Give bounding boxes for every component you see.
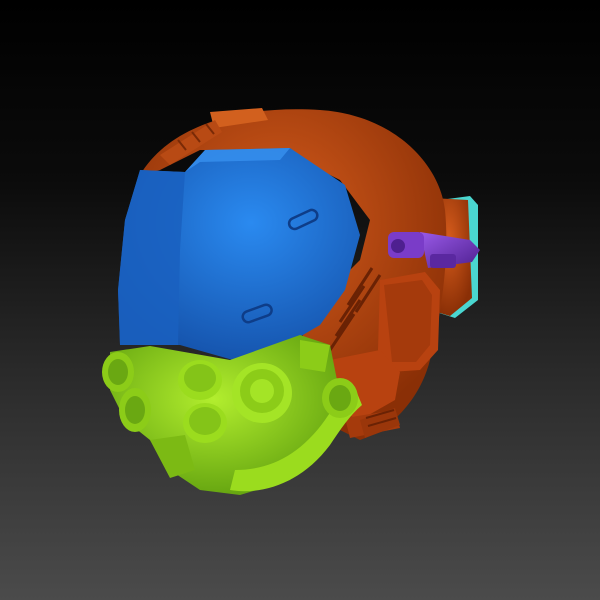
filter-canister-top [178,360,222,400]
render-viewport [0,0,600,600]
filter-canister-bottom [183,403,227,443]
filter-canister-large [232,363,292,423]
helmet-render [102,108,480,495]
